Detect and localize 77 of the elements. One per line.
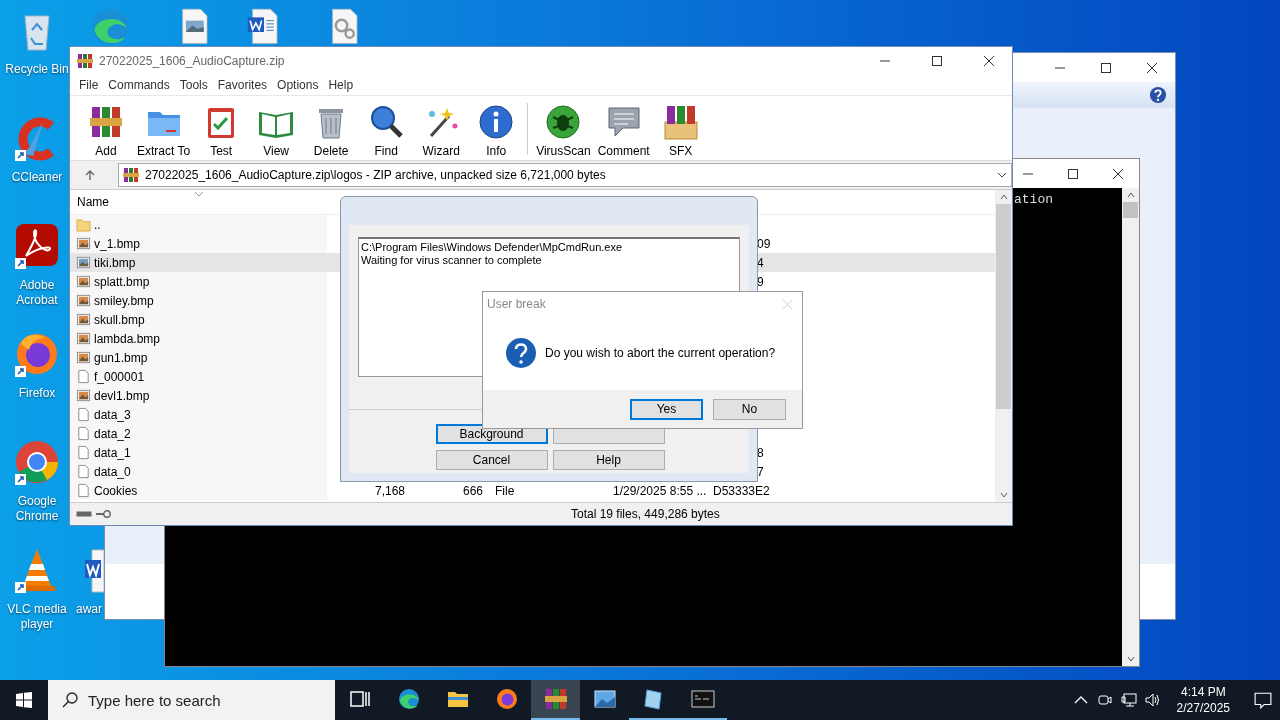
archive-entry[interactable]: data_0 — [70, 462, 327, 481]
archive-entry[interactable]: v_1.bmp — [70, 234, 327, 253]
toolbar-button[interactable]: Extract To — [135, 104, 193, 158]
toolbar-button[interactable]: Info — [470, 104, 523, 158]
toolbar-button[interactable]: Delete — [305, 104, 358, 158]
file-name: data_0 — [94, 464, 131, 479]
icon-label: Recycle Bin — [4, 62, 70, 77]
dialog-button[interactable]: Yes — [630, 398, 703, 420]
file-name: Cookies — [94, 483, 138, 498]
dialog-button[interactable]: Cancel — [435, 450, 548, 470]
file-name: smiley.bmp — [94, 293, 154, 308]
file-name: f_000001 — [94, 369, 145, 384]
crc-cell-text: 09 — [756, 236, 771, 251]
icon-label: Adobe Acrobat — [15, 278, 59, 308]
window-title: 27022025_1606_AudioCapture.zip — [99, 54, 285, 68]
file-name: devl1.bmp — [94, 388, 150, 403]
crc-cell-text: 8 — [756, 445, 764, 460]
modified-cell: 1/29/2025 8:55 ... — [613, 483, 707, 498]
archive-entry[interactable]: data_1 — [70, 443, 327, 462]
file-name: skull.bmp — [94, 312, 145, 327]
archive-entry[interactable]: .. — [70, 215, 327, 234]
dialog-title: User break — [487, 297, 546, 311]
file-name: gun1.bmp — [94, 350, 148, 365]
archive-entry[interactable]: data_2 — [70, 424, 327, 443]
column-header[interactable]: Name — [70, 195, 327, 209]
archive-entry[interactable]: devl1.bmp — [70, 386, 327, 405]
icon-label: VLC media player — [6, 602, 68, 632]
dialog-button[interactable]: No — [713, 398, 786, 420]
file-name: lambda.bmp — [94, 331, 161, 346]
archive-entry[interactable]: splatt.bmp — [70, 272, 327, 291]
status-text: Total 19 files, 449,286 bytes — [571, 507, 720, 521]
size-cell: 7,168 — [374, 483, 405, 498]
crc-cell: D53333E2 — [713, 483, 770, 498]
menu-item[interactable]: Commands — [103, 78, 175, 92]
archive-entry[interactable]: gun1.bmp — [70, 348, 327, 367]
menu-item[interactable]: Help — [323, 78, 359, 92]
clock[interactable]: 4:14 PM 2/27/2025 — [1176, 684, 1230, 716]
archive-entry[interactable]: smiley.bmp — [70, 291, 327, 310]
archive-entry[interactable]: f_000001 — [70, 367, 327, 386]
crc-cell-text: 7 — [756, 464, 764, 479]
path-field[interactable]: 27022025_1606_AudioCapture.zip\logos - ZIP archive, unpacked size 6,721,000 bytes — [118, 163, 1012, 187]
dialog-message: Do you wish to abort the current operation? — [545, 346, 776, 360]
icon-label: Firefox — [17, 386, 57, 401]
toolbar-button[interactable]: Wizard — [415, 104, 468, 158]
console-text: ation — [1014, 192, 1053, 207]
toolbar-button[interactable]: Add — [80, 104, 132, 158]
file-name: data_1 — [94, 445, 131, 460]
icon-label: CCleaner — [10, 170, 64, 185]
search-field[interactable]: Type here to search — [48, 680, 335, 720]
file-name: splatt.bmp — [94, 274, 150, 289]
file-name: .. — [94, 217, 101, 232]
archive-entry[interactable]: skull.bmp — [70, 310, 327, 329]
toolbar-button[interactable]: View — [250, 104, 303, 158]
archive-entry[interactable]: lambda.bmp — [70, 329, 327, 348]
toolbar-button[interactable]: Comment — [595, 104, 652, 158]
icon-label: Google Chrome — [14, 494, 60, 524]
archive-entry[interactable]: data_3 — [70, 405, 327, 424]
icon-label: awar — [76, 602, 102, 617]
toolbar-button[interactable]: Find — [360, 104, 413, 158]
file-name: data_2 — [94, 426, 131, 441]
toolbar-button[interactable]: Test — [195, 104, 248, 158]
file-name: tiki.bmp — [94, 255, 136, 270]
file-name: v_1.bmp — [94, 236, 141, 251]
menu-item[interactable]: Tools — [174, 78, 213, 92]
log-line: Waiting for virus scanner to complete — [361, 254, 542, 266]
archive-entry[interactable]: Cookies — [70, 481, 327, 500]
file-name: data_3 — [94, 407, 131, 422]
toolbar-button[interactable]: VirusScan — [534, 104, 593, 158]
menu-item[interactable]: Favorites — [212, 78, 273, 92]
toolbar-button[interactable]: SFX — [654, 104, 707, 158]
menu-item[interactable]: File — [74, 78, 104, 92]
crc-cell-text: 9 — [756, 274, 764, 289]
log-line: C:\Program Files\Windows Defender\MpCmdRun.exe — [361, 241, 623, 253]
dialog-button[interactable]: Help — [552, 450, 665, 470]
menu-item[interactable]: Options — [272, 78, 324, 92]
packed-cell: 666 — [462, 483, 483, 498]
type-cell: File — [495, 483, 515, 498]
